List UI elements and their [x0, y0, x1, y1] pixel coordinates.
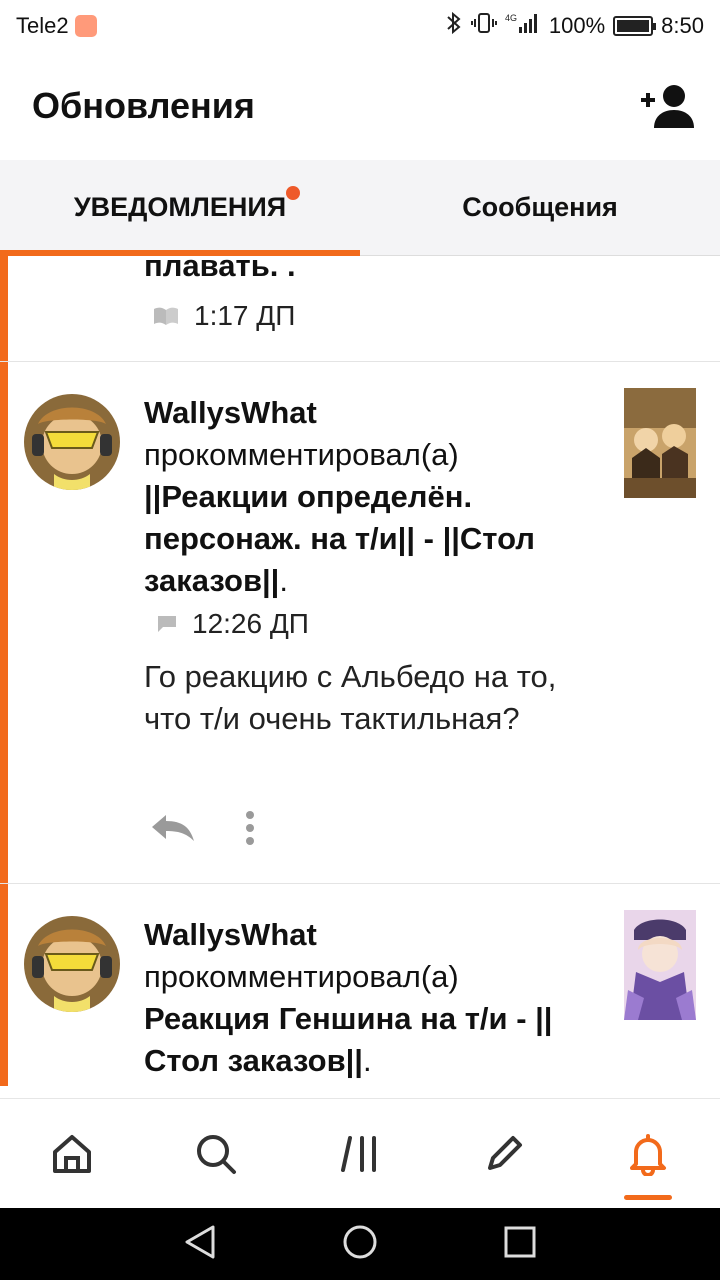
search-icon: [197, 1134, 236, 1174]
nav-active-indicator: [624, 1194, 672, 1200]
add-user-icon: [641, 85, 694, 128]
bell-icon: [630, 1133, 666, 1176]
tab-notifications-label: УВЕДОМЛЕНИЯ: [74, 186, 301, 223]
notification-text: WallysWhat прокомментировал(а) Реакция Г…: [144, 914, 604, 1082]
signal-icon: 4G: [505, 11, 541, 41]
action-text: прокомментировал(а): [144, 959, 459, 994]
unread-dot: [286, 186, 301, 200]
status-bar: Tele2 4G 100% 8:50: [0, 0, 720, 52]
back-button[interactable]: [183, 1224, 217, 1265]
more-options-button[interactable]: [244, 810, 256, 851]
tab-notifications[interactable]: УВЕДОМЛЕНИЯ: [0, 160, 360, 255]
pencil-icon: [488, 1135, 522, 1170]
notification-text: плавать. .: [144, 256, 296, 283]
home-system-button[interactable]: [342, 1224, 378, 1265]
recents-button[interactable]: [503, 1225, 537, 1264]
nav-notifications[interactable]: [608, 1114, 688, 1200]
reply-icon: [152, 815, 194, 841]
avatar[interactable]: [24, 394, 120, 490]
home-circle-icon: [343, 1225, 377, 1258]
post-title[interactable]: ||Реакции определён. персонаж. на т/и|| …: [144, 479, 535, 598]
svg-text:4G: 4G: [505, 13, 517, 23]
battery-icon: [613, 16, 657, 36]
post-thumbnail[interactable]: [624, 388, 696, 498]
action-text: прокомментировал(а): [144, 437, 459, 472]
tab-messages[interactable]: Сообщения: [360, 160, 720, 255]
recents-square-icon: [504, 1226, 536, 1257]
notification-feed[interactable]: плавать. . 1:17 ДП WallysWhat прокоммент…: [0, 256, 720, 1098]
item-actions: [150, 810, 256, 851]
clock: 8:50: [661, 13, 704, 38]
page-title: Обновления: [32, 85, 255, 126]
notification-item[interactable]: WallysWhat прокомментировал(а) ||Реакции…: [0, 362, 720, 884]
notification-item[interactable]: плавать. . 1:17 ДП: [0, 256, 720, 362]
tab-bar: УВЕДОМЛЕНИЯ Сообщения: [0, 160, 720, 256]
notification-meta: 1:17 ДП: [152, 300, 295, 332]
avatar[interactable]: [24, 916, 120, 1012]
notification-time: 1:17 ДП: [194, 300, 296, 331]
nav-home[interactable]: [32, 1114, 112, 1194]
notification-text: WallysWhat прокомментировал(а) ||Реакции…: [144, 392, 604, 602]
nav-search[interactable]: [176, 1114, 256, 1194]
vibrate-icon: [470, 11, 497, 41]
library-icon: [341, 1135, 376, 1172]
nav-library[interactable]: [320, 1114, 400, 1194]
bottom-navigation: [0, 1098, 720, 1208]
battery-percent: 100%: [548, 13, 606, 38]
status-left: Tele2: [16, 13, 97, 39]
post-thumbnail[interactable]: [624, 910, 696, 1020]
comment-text: Го реакцию с Альбедо на то, что т/и очен…: [144, 659, 557, 736]
username[interactable]: WallysWhat: [144, 392, 604, 434]
app-bar: Обновления: [0, 52, 720, 160]
carrier-label: Tele2: [16, 13, 69, 38]
notification-meta: 12:26 ДП: [156, 608, 309, 640]
status-right: 4G 100% 8:50: [445, 11, 704, 41]
system-navigation-bar: [0, 1208, 720, 1280]
reply-button[interactable]: [150, 813, 196, 848]
carrier-badge-icon: [74, 15, 97, 37]
more-vertical-icon: [246, 811, 254, 845]
post-title[interactable]: Реакция Геншина на т/и - ||Стол заказов|…: [144, 1001, 552, 1078]
notification-item[interactable]: WallysWhat прокомментировал(а) Реакция Г…: [0, 884, 720, 1098]
comment-icon: [158, 616, 176, 632]
back-triangle-icon: [185, 1225, 215, 1258]
bluetooth-icon: [445, 11, 463, 41]
tab-messages-label: Сообщения: [462, 192, 618, 222]
username[interactable]: WallysWhat: [144, 914, 604, 956]
notification-time: 12:26 ДП: [192, 608, 309, 639]
home-icon: [53, 1134, 91, 1173]
add-user-button[interactable]: [636, 76, 696, 136]
book-icon: [154, 307, 178, 325]
nav-write[interactable]: [464, 1114, 544, 1194]
